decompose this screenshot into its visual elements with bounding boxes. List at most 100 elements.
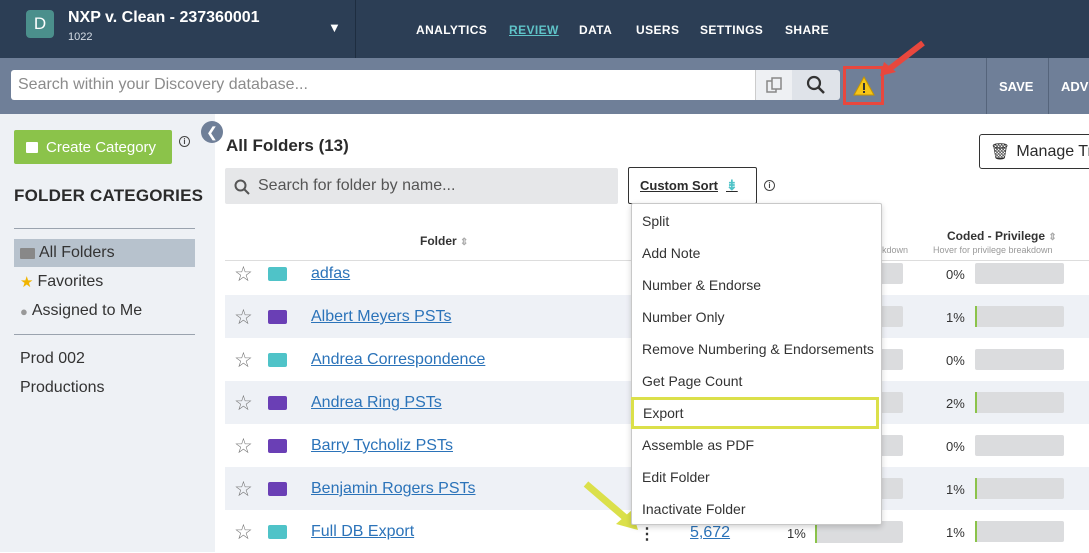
privilege-percent: 0% (946, 353, 965, 368)
privilege-percent: 1% (946, 310, 965, 325)
privilege-percent: 0% (946, 267, 965, 282)
menu-item-inactivate-folder[interactable]: Inactivate Folder (632, 493, 881, 525)
folder-name-link[interactable]: Benjamin Rogers PSTs (311, 480, 476, 498)
menu-item-number-only[interactable]: Number Only (632, 301, 881, 333)
folder-search-input[interactable]: Search for folder by name... (225, 168, 618, 204)
divider (1048, 58, 1049, 114)
sidebar-item-label: Favorites (37, 273, 104, 290)
sidebar-item-assigned[interactable]: ● Assigned to Me (14, 297, 195, 325)
save-button[interactable]: SAVE (999, 79, 1033, 94)
folder-name-link[interactable]: Albert Meyers PSTs (311, 308, 451, 326)
menu-item-export[interactable]: Export (631, 397, 879, 429)
divider (14, 228, 195, 229)
folder-name-link[interactable]: Andrea Ring PSTs (311, 394, 442, 412)
progress-bar (815, 522, 903, 543)
privilege-percent: 2% (946, 396, 965, 411)
custom-sort-label: Custom Sort (640, 178, 718, 193)
annotation-arrow-icon (880, 40, 925, 76)
case-dropdown-icon[interactable]: ▼ (328, 20, 341, 35)
sidebar-item-favorites[interactable]: ★ Favorites (14, 268, 195, 296)
privilege-percent: 0% (946, 439, 965, 454)
folder-search-placeholder: Search for folder by name... (258, 177, 456, 194)
advanced-search-button[interactable]: ADV (1061, 79, 1088, 94)
privilege-progress-bar (975, 521, 1064, 542)
folder-actions-menu: Split Add Note Number & Endorse Number Only… (631, 203, 882, 525)
collapse-sidebar-icon[interactable]: ❮ (201, 121, 223, 143)
folder-categories-title: FOLDER CATEGORIES (14, 186, 204, 205)
nav-data[interactable]: DATA (579, 23, 612, 37)
divider (986, 58, 987, 114)
favorite-star-icon[interactable]: ☆ (234, 477, 253, 502)
column-header-folder[interactable]: Folder ⇕ (420, 234, 468, 248)
sidebar (0, 114, 215, 552)
favorite-star-icon[interactable]: ☆ (234, 391, 253, 416)
folder-icon (268, 353, 287, 367)
favorite-star-icon[interactable]: ☆ (234, 305, 253, 330)
folder-icon (268, 482, 287, 496)
folder-icon (268, 267, 287, 281)
manage-trash-button[interactable]: 🗑 Manage Tra (979, 134, 1089, 169)
privilege-percent: 1% (946, 482, 965, 497)
create-category-button[interactable]: Create Category (14, 130, 172, 164)
case-name[interactable]: NXP v. Clean - 237360001 (68, 9, 260, 27)
divider (355, 0, 356, 58)
menu-item-edit-folder[interactable]: Edit Folder (632, 461, 881, 493)
search-icon (234, 179, 250, 195)
sidebar-item-label: Assigned to Me (31, 302, 143, 319)
progress-fill (975, 392, 977, 413)
trash-icon: 🗑 (990, 143, 1011, 161)
case-id: 1022 (68, 31, 93, 43)
favorite-star-icon[interactable]: ☆ (234, 434, 253, 459)
case-badge[interactable]: D (26, 10, 54, 38)
menu-item-assemble-as-pdf[interactable]: Assemble as PDF (632, 429, 881, 461)
menu-item-add-note[interactable]: Add Note (632, 237, 881, 269)
menu-item-split[interactable]: Split (632, 205, 881, 237)
folder-icon (268, 310, 287, 324)
nav-review[interactable]: REVIEW (509, 23, 559, 37)
favorite-star-icon[interactable]: ☆ (234, 262, 253, 287)
percentage-label: 1% (787, 526, 806, 541)
page-title: All Folders (13) (226, 136, 349, 155)
privilege-progress-bar (975, 435, 1064, 456)
folder-name-link[interactable]: Barry Tycholiz PSTs (311, 437, 453, 455)
manage-label: Manage Tra (1016, 142, 1089, 160)
nav-users[interactable]: USERS (636, 23, 679, 37)
privilege-progress-bar (975, 478, 1064, 499)
privilege-progress-bar (975, 263, 1064, 284)
custom-sort-button[interactable]: Custom Sort ⇟ (628, 167, 757, 204)
create-category-label: Create Category (46, 138, 157, 156)
progress-fill (975, 478, 977, 499)
menu-item-get-page-count[interactable]: Get Page Count (632, 365, 881, 397)
column-header-privilege[interactable]: Coded - Privilege ⇕ (947, 229, 1057, 243)
row-menu-icon[interactable]: ⋮ (639, 524, 655, 544)
privilege-progress-bar (975, 392, 1064, 413)
folder-icon (20, 247, 35, 259)
favorite-star-icon[interactable]: ☆ (234, 520, 253, 545)
info-icon[interactable]: i (764, 180, 775, 191)
menu-item-remove-numbering-endorsements[interactable]: Remove Numbering & Endorsements (632, 333, 881, 365)
info-icon[interactable]: i (179, 136, 190, 147)
privilege-progress-bar (975, 349, 1064, 370)
sidebar-item-prod-002[interactable]: Prod 002 (14, 345, 195, 373)
nav-settings[interactable]: SETTINGS (700, 23, 763, 37)
folder-icon (268, 396, 287, 410)
sidebar-item-label: All Folders (39, 244, 115, 261)
folder-name-link[interactable]: Andrea Correspondence (311, 351, 485, 369)
search-icon[interactable] (792, 70, 840, 100)
sidebar-item-all-folders[interactable]: All Folders (14, 239, 195, 267)
folder-name-link[interactable]: Full DB Export (311, 523, 414, 541)
search-input[interactable] (11, 70, 756, 100)
privilege-percent: 1% (946, 525, 965, 540)
folder-icon (268, 525, 287, 539)
folder-name-link[interactable]: adfas (311, 265, 350, 283)
copy-icon[interactable] (755, 70, 792, 100)
nav-share[interactable]: SHARE (785, 23, 829, 37)
document-count-link[interactable]: 5,672 (690, 524, 730, 542)
user-icon: ● (20, 303, 28, 319)
nav-analytics[interactable]: ANALYTICS (416, 23, 487, 37)
sidebar-item-productions[interactable]: Productions (14, 374, 195, 402)
favorite-star-icon[interactable]: ☆ (234, 348, 253, 373)
sort-icon: ⇟ (726, 177, 738, 193)
menu-item-number-endorse[interactable]: Number & Endorse (632, 269, 881, 301)
divider (14, 334, 195, 335)
